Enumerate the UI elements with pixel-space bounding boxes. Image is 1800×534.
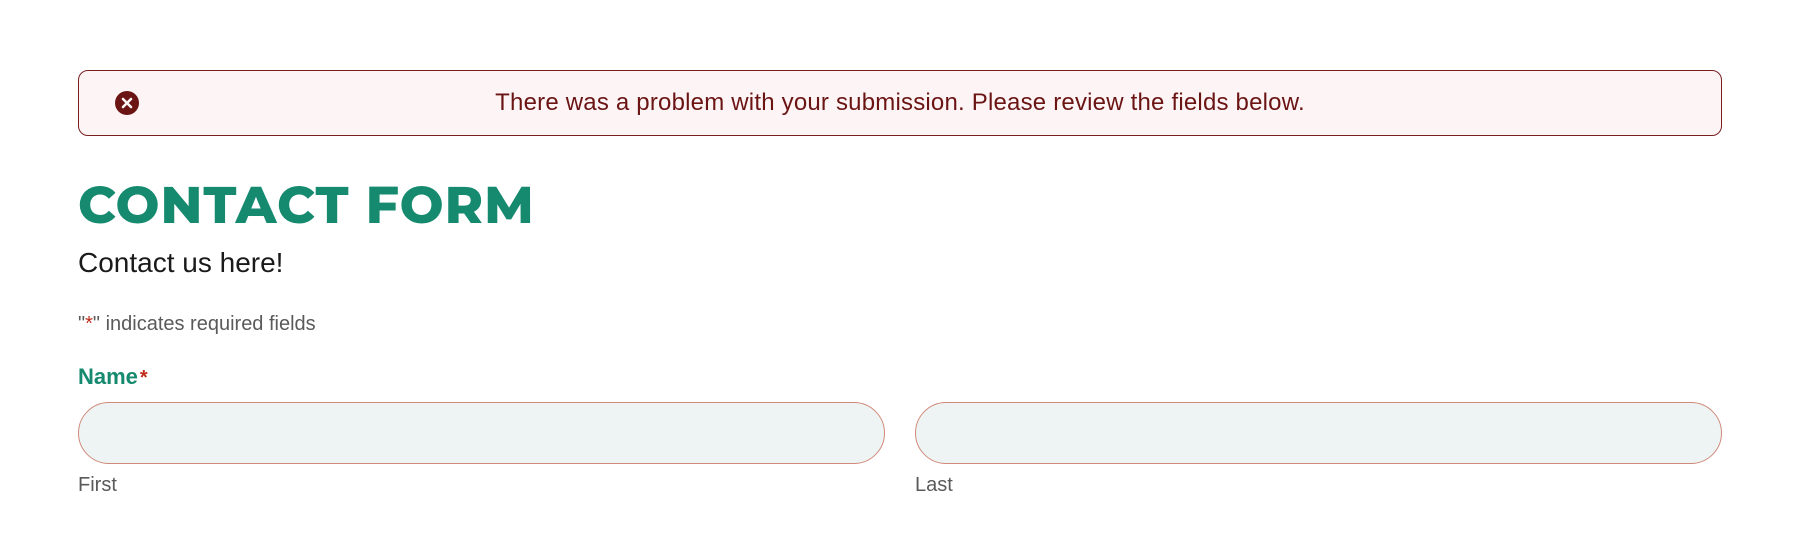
- last-name-column: Last: [915, 402, 1722, 497]
- name-required-mark: *: [140, 367, 148, 389]
- required-fields-note: "*" indicates required fields: [78, 313, 1722, 336]
- error-message: There was a problem with your submission…: [79, 89, 1721, 117]
- last-name-input[interactable]: [915, 402, 1722, 464]
- last-name-sublabel: Last: [915, 474, 1722, 497]
- name-field-row: First Last: [78, 402, 1722, 497]
- error-banner: There was a problem with your submission…: [78, 70, 1722, 136]
- first-name-sublabel: First: [78, 474, 885, 497]
- page-title: CONTACT FORM: [78, 174, 1722, 237]
- first-name-column: First: [78, 402, 885, 497]
- required-asterisk: *: [85, 313, 93, 335]
- first-name-input[interactable]: [78, 402, 885, 464]
- name-field-label: Name*: [78, 364, 1722, 390]
- required-note-text: " indicates required fields: [93, 313, 316, 335]
- page-subtitle: Contact us here!: [78, 247, 1722, 279]
- name-label-text: Name: [78, 364, 138, 389]
